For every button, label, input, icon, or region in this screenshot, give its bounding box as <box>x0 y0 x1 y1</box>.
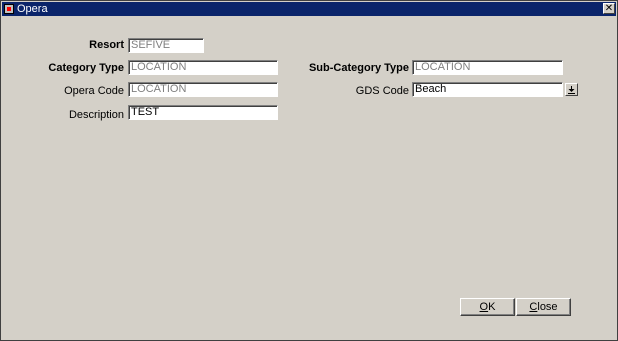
opera-code-label: Opera Code <box>64 85 124 97</box>
category-type-label: Category Type <box>48 62 124 74</box>
close-window-button[interactable]: ✕ <box>603 3 615 14</box>
category-type-field: LOCATION <box>128 60 278 75</box>
gds-code-dropdown-button[interactable] <box>565 83 578 96</box>
opera-app-icon <box>4 4 14 14</box>
gds-code-label: GDS Code <box>355 85 409 97</box>
opera-code-field: LOCATION <box>128 82 278 97</box>
ok-label: K <box>488 301 496 313</box>
ok-mnemonic: O <box>479 301 489 313</box>
resort-field: SEFIVE <box>128 38 204 53</box>
gds-code-select[interactable]: Beach <box>412 82 563 97</box>
sub-category-type-label: Sub-Category Type <box>308 62 409 74</box>
description-label: Description <box>68 109 124 121</box>
ok-button[interactable]: OK <box>460 298 515 316</box>
description-input[interactable]: TEST <box>128 105 278 120</box>
title-bar[interactable]: Opera ✕ <box>2 2 616 16</box>
resort-label: Resort <box>89 39 124 51</box>
close-button[interactable]: Close <box>516 298 571 316</box>
opera-dialog: Opera ✕ Resort SEFIVE Category Type LOCA… <box>0 0 618 341</box>
close-label: lose <box>537 301 558 313</box>
sub-category-type-field: LOCATION <box>412 60 563 75</box>
window-title: Opera <box>17 3 48 15</box>
down-arrow-icon <box>568 86 575 94</box>
